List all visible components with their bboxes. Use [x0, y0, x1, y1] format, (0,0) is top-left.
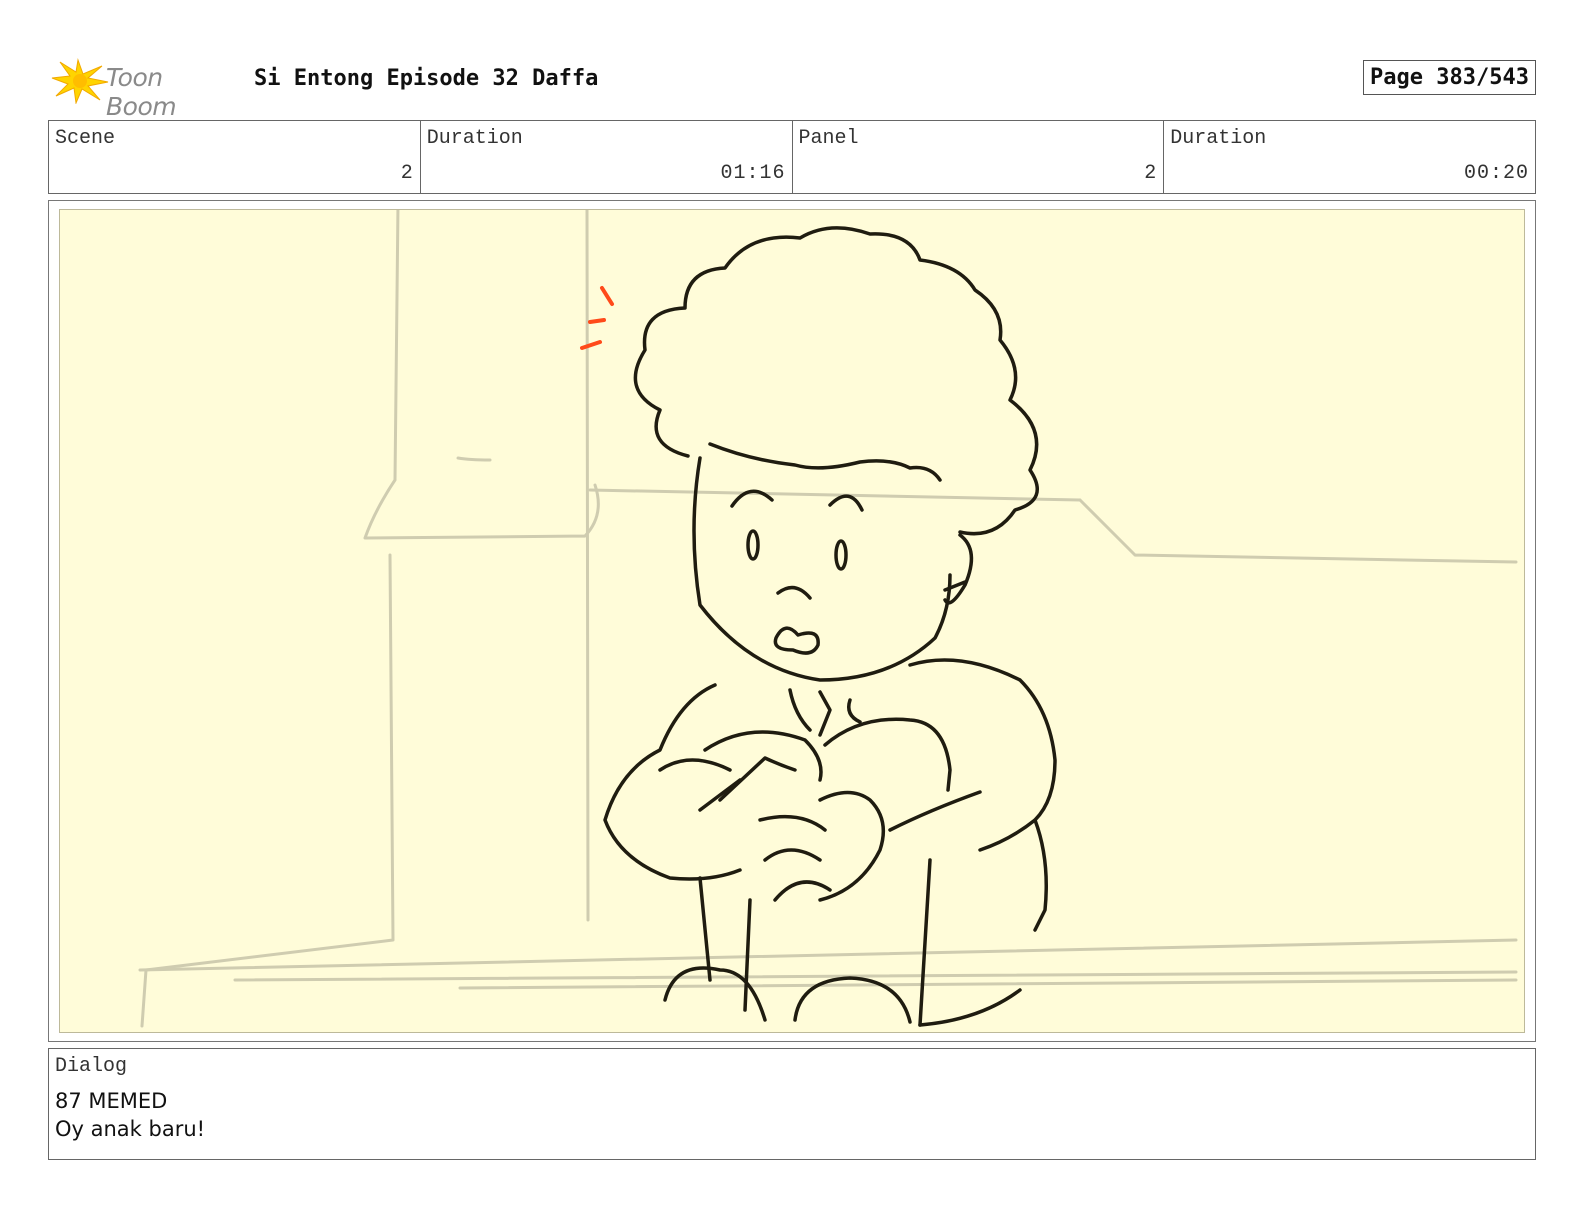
panel-value: 2	[1144, 162, 1158, 185]
panel-drawing-area	[59, 209, 1525, 1033]
sketch-drawing	[138, 210, 1518, 1028]
scene-duration-value: 01:16	[720, 162, 786, 185]
panel-cell: Panel 2	[793, 121, 1165, 193]
dialog-label: Dialog	[55, 1055, 128, 1078]
storyboard-panel	[48, 200, 1536, 1042]
scene-duration-cell: Duration 01:16	[421, 121, 793, 193]
dialog-line: Oy anak baru!	[55, 1117, 206, 1141]
panel-duration-value: 00:20	[1463, 162, 1529, 185]
starburst-icon	[51, 58, 109, 105]
panel-duration-cell: Duration 00:20	[1164, 121, 1535, 193]
dialog-box: Dialog 87 MEMED Oy anak baru!	[48, 1048, 1536, 1160]
logo-text: Toon Boom	[106, 63, 177, 121]
scene-cell: Scene 2	[49, 121, 421, 193]
panel-label: Panel	[798, 127, 859, 150]
page-counter: Page 383/543	[1363, 60, 1536, 95]
scene-duration-label: Duration	[426, 127, 523, 150]
dialog-speaker: 87 MEMED	[55, 1089, 168, 1113]
character-sketch	[603, 226, 1057, 1027]
toon-boom-logo: Toon Boom	[50, 56, 240, 121]
scene-label: Scene	[55, 127, 116, 150]
document-title: Si Entong Episode 32 Daffa	[254, 66, 599, 91]
background-sketch	[138, 210, 1518, 1028]
panel-duration-label: Duration	[1170, 127, 1267, 150]
scene-info-table: Scene 2 Duration 01:16 Panel 2 Duration …	[48, 120, 1536, 194]
scene-value: 2	[400, 162, 414, 185]
page-header: Toon Boom Si Entong Episode 32 Daffa Pag…	[48, 56, 1536, 121]
